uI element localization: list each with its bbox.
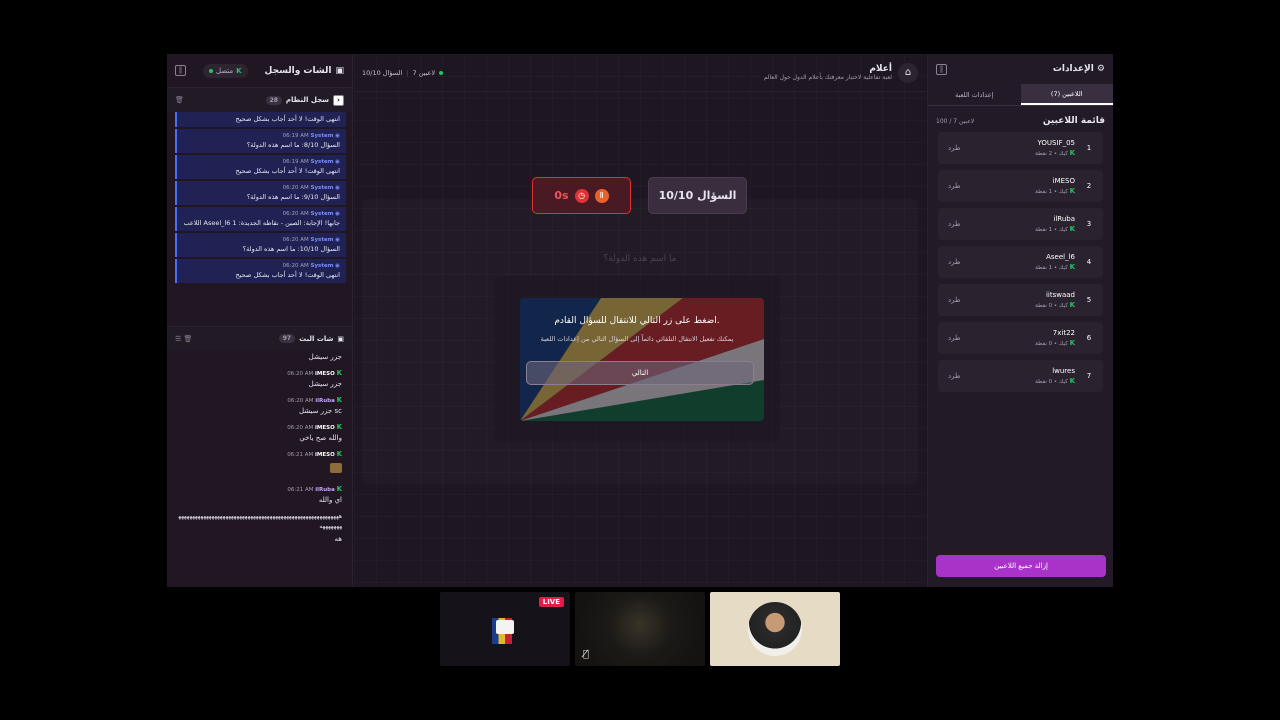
- clock-icon: ◷: [574, 188, 589, 203]
- question-number: السؤال 10/10: [648, 177, 747, 214]
- camera-feed-muted[interactable]: 🎙̸: [575, 592, 705, 666]
- system-message: 06:20 AM System ◉ اللاعب Aseel_l6 جابها!…: [175, 207, 346, 231]
- chat-message: 06:21 AM iMESO K: [177, 450, 342, 477]
- next-button[interactable]: التالي: [526, 361, 754, 385]
- chat-bubble-icon: ▣: [335, 65, 344, 76]
- game-subtitle: لعبة تفاعلية لاختبار معرفتك بأعلام الدول…: [763, 74, 892, 81]
- tab-game-settings[interactable]: إعدادات اللعبة: [928, 84, 1021, 105]
- player-row: طرد 7xit22 كيك • 0 نقطة K6: [938, 322, 1103, 354]
- player-row: طرد Aseel_l6 كيك • 1 نقطة K4: [938, 246, 1103, 278]
- kick-button[interactable]: طرد: [948, 334, 961, 342]
- trash-icon[interactable]: 🗑: [175, 96, 184, 104]
- camera-feed-avatar[interactable]: [710, 592, 840, 666]
- settings-header: ‖ الإعدادات ⚙: [928, 54, 1113, 84]
- system-message: 06:20 AM System ◉ انتهى الوقت! لا أحد أج…: [175, 259, 346, 283]
- chat-message-list[interactable]: جزر سيشل 06:20 AM iMESO K جزر سيشل 06:20…: [167, 350, 352, 568]
- system-message: 06:20 AM System ◉ السؤال 9/10: ما اسم هذ…: [175, 181, 346, 205]
- system-log-count: 28: [265, 95, 282, 105]
- home-icon[interactable]: ⌂: [898, 62, 918, 83]
- chat-header: ☰ 🗑 97 شات البث ▣: [167, 326, 352, 350]
- remove-all-players-button[interactable]: إزالة جميع اللاعبين: [936, 555, 1106, 577]
- emote-image: [330, 463, 342, 473]
- collapse-panel-icon[interactable]: ‖: [175, 65, 186, 76]
- kick-button[interactable]: طرد: [948, 258, 961, 266]
- kick-button[interactable]: طرد: [948, 372, 961, 380]
- players-list-header: 100 / 7 لاعبين قائمة اللاعبين: [936, 116, 1105, 126]
- next-prompt: اضغط على زر التالي للانتقال للسؤال القاد…: [540, 316, 734, 343]
- collapse-panel-icon[interactable]: ‖: [936, 63, 947, 75]
- sort-icon[interactable]: ☰: [175, 335, 181, 343]
- stream-preview[interactable]: LIVE: [440, 592, 570, 666]
- chat-count: 97: [278, 334, 296, 343]
- mic-off-icon: 🎙̸: [583, 649, 590, 660]
- question-text: ما اسم هذه الدولة؟: [603, 254, 677, 264]
- system-message: 06:19 AM System ◉ السؤال 8/10: ما اسم هذ…: [175, 129, 346, 153]
- chat-bubble-icon: ▣: [337, 334, 344, 343]
- pause-icon[interactable]: Ⅱ: [594, 188, 609, 203]
- online-dot-icon: [208, 68, 213, 73]
- chat-message: 06:20 AM iMESO K والله صح ياخي: [287, 423, 342, 442]
- system-message: 06:20 AM System ◉ السؤال 10/10: ما اسم ه…: [175, 233, 346, 257]
- live-badge: LIVE: [538, 597, 564, 607]
- system-log-header: 🗑 28 سجل النظام ›: [167, 88, 352, 112]
- game-header: السؤال 10/10 | 7 لاعبين أعلام لعبة تفاعل…: [354, 54, 926, 92]
- game-app: ‖ متصل K الشات والسجل ▣ 🗑 28 سجل النظام …: [167, 54, 1113, 587]
- settings-panel: ‖ الإعدادات ⚙ إعدادات اللعبة اللاعبين (7…: [927, 54, 1113, 587]
- chat-message: هههههههههههههههههههههههههههههههههههههههه…: [178, 513, 342, 530]
- game-title: أعلام: [869, 64, 892, 74]
- chat-message: 06:21 AM ilRuba K اي والله: [287, 485, 342, 504]
- kick-button[interactable]: طرد: [948, 296, 961, 304]
- kick-button[interactable]: طرد: [948, 220, 961, 228]
- kick-button[interactable]: طرد: [948, 144, 961, 152]
- game-stage: السؤال 10/10 | 7 لاعبين أعلام لعبة تفاعل…: [354, 54, 926, 587]
- chat-message: هه: [334, 535, 342, 543]
- avatar: [748, 602, 802, 656]
- player-row: طرد lwures كيك • 0 نقطة K7: [938, 360, 1103, 392]
- live-dot-icon: [439, 70, 444, 75]
- chat-message: 06:20 AM ilRuba K جزر سيشل sc: [287, 396, 342, 415]
- connection-status: متصل K: [202, 63, 248, 78]
- chat-log-panel: ‖ متصل K الشات والسجل ▣ 🗑 28 سجل النظام …: [167, 54, 353, 587]
- chat-panel-header: ‖ متصل K الشات والسجل ▣: [167, 54, 352, 88]
- player-row: طرد iitswaad كيك • 0 نقطة K5: [938, 284, 1103, 316]
- game-meta: السؤال 10/10 | 7 لاعبين: [362, 69, 444, 77]
- system-log-list[interactable]: انتهى الوقت! لا أحد أجاب بشكل صحيح 06:19…: [167, 112, 352, 326]
- system-message: 06:19 AM System ◉ انتهى الوقت! لا أحد أج…: [175, 155, 346, 179]
- timer-display: 0s ◷ Ⅱ: [532, 177, 631, 214]
- kick-logo-icon: K: [236, 66, 242, 75]
- chat-message: 06:20 AM iMESO K جزر سيشل: [287, 369, 342, 388]
- chat-panel-title: الشات والسجل ▣: [264, 65, 344, 76]
- next-question-overlay: [494, 276, 780, 442]
- tab-players[interactable]: اللاعبين (7): [1020, 84, 1113, 105]
- trash-icon[interactable]: 🗑: [184, 335, 193, 343]
- terminal-icon: ›: [333, 94, 344, 106]
- player-row: طرد iMESO كيك • 1 نقطة K2: [938, 170, 1103, 202]
- chat-message: جزر سيشل: [308, 353, 342, 361]
- settings-tabs: إعدادات اللعبة اللاعبين (7): [928, 84, 1113, 106]
- gear-icon: ⚙: [1096, 64, 1105, 74]
- kick-button[interactable]: طرد: [948, 182, 961, 190]
- player-row: طرد ilRuba كيك • 1 نقطة K3: [938, 208, 1103, 240]
- system-message: انتهى الوقت! لا أحد أجاب بشكل صحيح: [175, 112, 346, 127]
- player-row: طرد YOUSIF_05 كيك • 2 نقطة K1: [938, 132, 1103, 164]
